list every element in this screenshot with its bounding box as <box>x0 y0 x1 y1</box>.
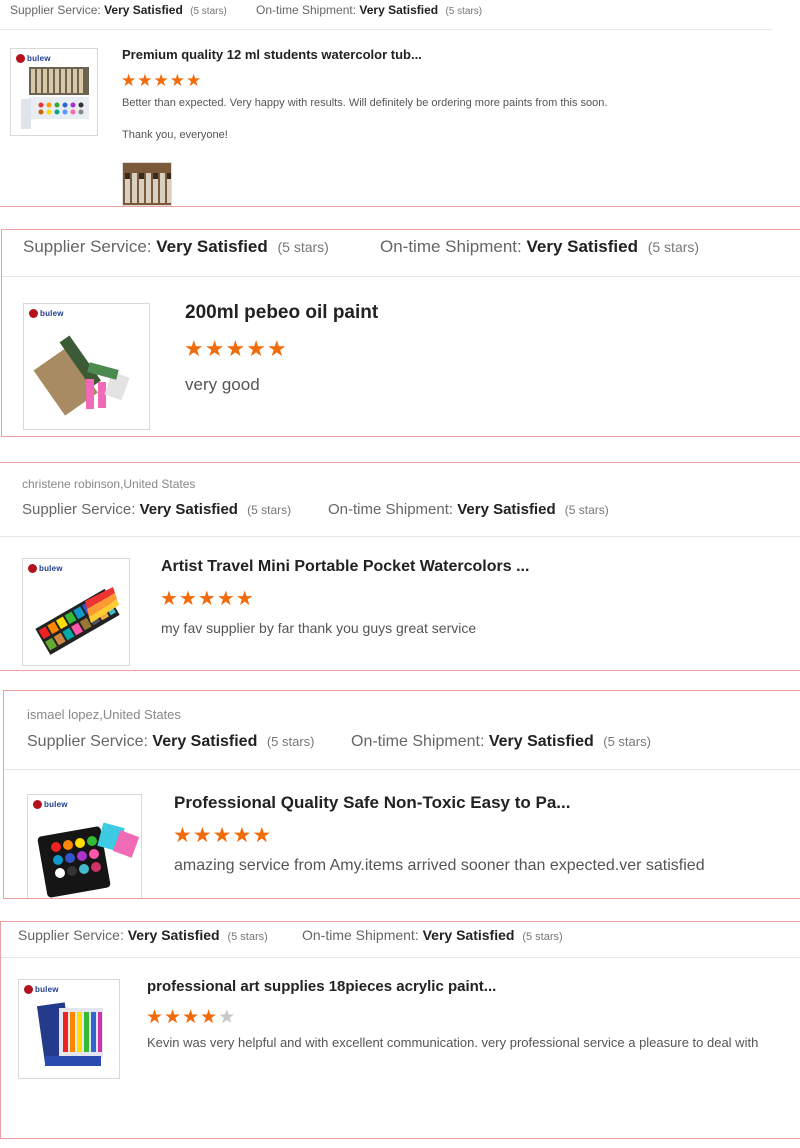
paint-tubes-photo <box>123 163 171 205</box>
star-rating: ★ ★ ★ ★ ★ <box>121 72 202 89</box>
star-icon: ★ <box>235 588 254 610</box>
star-rating: ★ ★ ★ ★ ★ <box>173 825 272 846</box>
star-icon: ★ <box>216 588 235 610</box>
shipment-stars-count: (5 stars) <box>647 239 700 255</box>
review-comment: my fav supplier by far thank you guys gr… <box>161 620 477 636</box>
star-icon: ★ <box>200 1007 218 1028</box>
shipment-rating-value: Very Satisfied <box>457 501 556 518</box>
supplier-service-rating: Supplier Service: Very Satisfied (5 star… <box>22 501 292 518</box>
rating-summary: Supplier Service: Very Satisfied (5 star… <box>1 922 800 958</box>
rating-summary: Supplier Service: Very Satisfied (5 star… <box>4 725 800 770</box>
review-comment: Better than expected. Very happy with re… <box>122 97 608 109</box>
review-card-3: christene robinson,United States Supplie… <box>0 463 800 670</box>
supplier-service-rating: Supplier Service: Very Satisfied (5 star… <box>23 237 329 256</box>
star-icon: ★ <box>266 336 287 361</box>
star-icon: ★ <box>197 588 216 610</box>
star-icon: ★ <box>169 71 185 90</box>
review-comment: amazing service from Amy.items arrived s… <box>174 857 705 874</box>
star-icon: ★ <box>192 824 212 847</box>
shipment-stars-count: (5 stars) <box>445 6 483 17</box>
review-card-1: Supplier Service: Very Satisfied (5 star… <box>0 0 772 206</box>
review-card-5: Supplier Service: Very Satisfied (5 star… <box>0 922 800 1138</box>
shipment-rating-value: Very Satisfied <box>488 733 594 750</box>
review-card-4: ismael lopez,United States Supplier Serv… <box>3 690 800 899</box>
reviewer-name-country: ismael lopez,United States <box>27 707 181 722</box>
watercolor-tubes-image <box>21 67 89 129</box>
ontime-shipment-rating: On-time Shipment: Very Satisfied (5 star… <box>328 501 609 518</box>
supplier-stars-count: (5 stars) <box>266 734 315 749</box>
product-thumbnail[interactable]: bulew <box>22 558 130 666</box>
star-icon: ★ <box>184 336 204 361</box>
shipment-rating-value: Very Satisfied <box>359 3 439 17</box>
star-icon: ★ <box>164 1007 182 1028</box>
supplier-stars-count: (5 stars) <box>247 503 292 517</box>
ontime-shipment-rating: On-time Shipment: Very Satisfied (5 star… <box>302 927 563 943</box>
reviewer-name-country: christene robinson,United States <box>22 477 196 491</box>
review-separator <box>0 1138 800 1139</box>
face-paint-palette-image <box>37 822 140 898</box>
review-comment: Kevin was very helpful and with excellen… <box>147 1035 759 1050</box>
review-comment-line-2: Thank you, everyone! <box>122 129 228 141</box>
product-title[interactable]: 200ml pebeo oil paint <box>185 302 378 324</box>
rating-summary: Supplier Service: Very Satisfied (5 star… <box>2 230 800 277</box>
star-rating: ★ ★ ★ ★ ★ <box>146 1008 236 1027</box>
star-icon: ★ <box>218 1007 236 1028</box>
ontime-shipment-rating: On-time Shipment: Very Satisfied (5 star… <box>380 237 700 256</box>
supplier-stars-count: (5 stars) <box>190 6 227 17</box>
product-thumbnail[interactable]: bulew <box>10 48 98 136</box>
supplier-rating-value: Very Satisfied <box>139 501 238 518</box>
star-icon: ★ <box>225 336 246 361</box>
review-photo-attachment[interactable] <box>122 162 172 206</box>
supplier-rating-value: Very Satisfied <box>156 237 268 256</box>
review-separator <box>0 206 800 207</box>
star-icon: ★ <box>232 824 252 847</box>
star-icon: ★ <box>182 1007 200 1028</box>
star-rating: ★ ★ ★ ★ ★ <box>184 338 288 360</box>
shipment-stars-count: (5 stars) <box>564 503 609 517</box>
star-icon: ★ <box>246 336 266 361</box>
product-thumbnail[interactable]: bulew <box>27 794 142 898</box>
product-title[interactable]: Premium quality 12 ml students watercolo… <box>122 47 422 62</box>
star-icon: ★ <box>178 588 197 610</box>
supplier-rating-value: Very Satisfied <box>152 733 258 750</box>
shipment-stars-count: (5 stars) <box>603 734 651 749</box>
star-icon: ★ <box>137 71 153 90</box>
rating-summary: Supplier Service: Very Satisfied (5 star… <box>0 0 772 30</box>
supplier-rating-value: Very Satisfied <box>127 927 220 943</box>
star-icon: ★ <box>204 336 225 361</box>
ontime-shipment-rating: On-time Shipment: Very Satisfied (5 star… <box>256 3 483 17</box>
supplier-stars-count: (5 stars) <box>227 931 268 943</box>
star-icon: ★ <box>160 588 178 610</box>
supplier-stars-count: (5 stars) <box>277 239 329 255</box>
star-icon: ★ <box>121 71 137 90</box>
supplier-service-rating: Supplier Service: Very Satisfied (5 star… <box>18 927 268 943</box>
product-title[interactable]: Professional Quality Safe Non-Toxic Easy… <box>174 793 570 813</box>
shipment-rating-value: Very Satisfied <box>422 927 515 943</box>
ontime-shipment-rating: On-time Shipment: Very Satisfied (5 star… <box>351 733 651 750</box>
rating-summary: Supplier Service: Very Satisfied (5 star… <box>0 493 800 537</box>
product-thumbnail[interactable]: bulew <box>23 303 150 430</box>
star-icon: ★ <box>153 71 169 90</box>
review-card-2: Supplier Service: Very Satisfied (5 star… <box>1 229 800 437</box>
star-icon: ★ <box>212 824 232 847</box>
shipment-stars-count: (5 stars) <box>522 931 563 943</box>
supplier-rating-value: Very Satisfied <box>104 3 183 17</box>
watercolor-set-image <box>35 587 120 655</box>
product-title[interactable]: professional art supplies 18pieces acryl… <box>147 978 496 995</box>
review-comment: very good <box>185 375 260 394</box>
supplier-service-rating: Supplier Service: Very Satisfied (5 star… <box>10 3 227 17</box>
supplier-service-rating: Supplier Service: Very Satisfied (5 star… <box>27 733 315 750</box>
product-thumbnail[interactable]: bulew <box>18 979 120 1079</box>
review-separator <box>0 670 800 671</box>
acrylic-paint-box-image <box>36 1002 103 1066</box>
star-rating: ★ ★ ★ ★ ★ <box>160 589 255 609</box>
product-title[interactable]: Artist Travel Mini Portable Pocket Water… <box>161 558 529 576</box>
star-icon: ★ <box>146 1007 164 1028</box>
star-icon: ★ <box>252 824 272 847</box>
star-icon: ★ <box>173 824 192 847</box>
star-icon: ★ <box>186 71 202 90</box>
oil-paint-tube-image <box>33 335 130 416</box>
shipment-rating-value: Very Satisfied <box>526 237 638 256</box>
